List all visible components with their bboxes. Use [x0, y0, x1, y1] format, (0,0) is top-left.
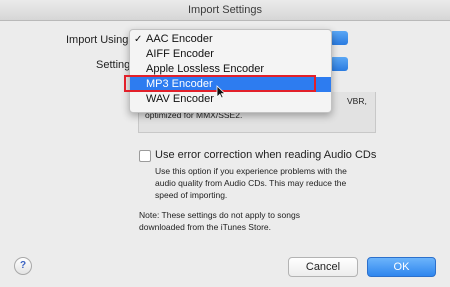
menu-item-label: WAV Encoder — [146, 93, 214, 105]
setting-info-line1: VBR, — [347, 96, 367, 106]
menu-item-label: AIFF Encoder — [146, 48, 214, 60]
setting-label: Setting: — [96, 59, 134, 71]
question-icon: ? — [19, 260, 27, 271]
error-correction-label[interactable]: Use error correction when reading Audio … — [155, 149, 376, 161]
error-correction-checkbox[interactable] — [139, 150, 151, 162]
encoder-dropdown-menu: ✓ AAC Encoder AIFF Encoder Apple Lossles… — [129, 29, 332, 113]
import-settings-dialog: Import Settings Import Using: Setting: V… — [0, 0, 450, 287]
help-button[interactable]: ? — [14, 257, 32, 275]
error-correction-help-2: audio quality from Audio CDs. This may r… — [155, 178, 347, 188]
import-using-label: Import Using: — [66, 34, 132, 46]
menu-item-aac-encoder[interactable]: ✓ AAC Encoder — [130, 32, 331, 47]
menu-item-aiff-encoder[interactable]: AIFF Encoder — [130, 47, 331, 62]
checkmark-icon: ✓ — [134, 34, 143, 45]
cancel-button[interactable]: Cancel — [288, 257, 358, 277]
mouse-pointer-icon — [216, 85, 226, 99]
menu-item-label: AAC Encoder — [146, 33, 213, 45]
title-bar: Import Settings — [0, 0, 450, 21]
error-correction-help-1: Use this option if you experience proble… — [155, 166, 347, 176]
note-line1: Note: These settings do not apply to son… — [139, 210, 300, 220]
menu-item-wav-encoder[interactable]: WAV Encoder — [130, 92, 331, 107]
ok-button[interactable]: OK — [367, 257, 436, 277]
setting-popup[interactable] — [330, 57, 348, 71]
note-line2: downloaded from the iTunes Store. — [139, 222, 271, 232]
window-title: Import Settings — [188, 4, 262, 16]
import-using-popup[interactable] — [330, 31, 348, 45]
error-correction-help-3: speed of importing. — [155, 190, 228, 200]
